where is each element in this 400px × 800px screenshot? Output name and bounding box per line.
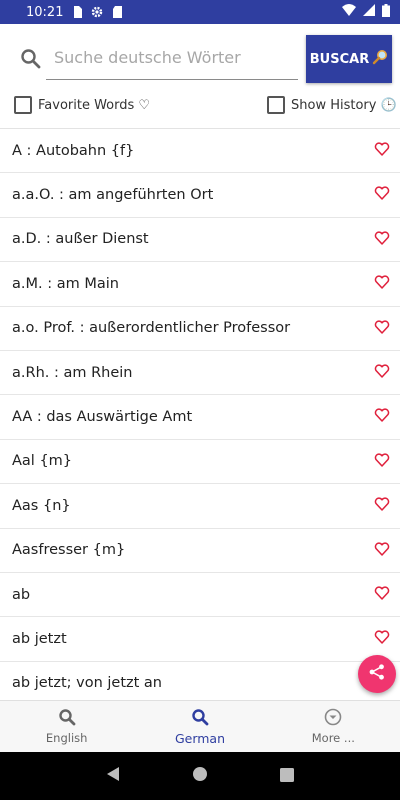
list-item[interactable]: a.Rh. : am Rhein — [0, 351, 400, 396]
list-item[interactable]: ab jetzt — [0, 617, 400, 662]
recents-icon[interactable] — [280, 767, 294, 786]
list-item[interactable]: a.o. Prof. : außerordentlicher Professor — [0, 307, 400, 351]
list-item-text: ab — [12, 586, 31, 603]
settings-icon — [91, 6, 103, 18]
search-icon — [58, 708, 76, 729]
wifi-icon — [342, 4, 356, 20]
list-item-text: a.o. Prof. : außerordentlicher Professor — [12, 320, 291, 337]
list-item-text: a.M. : am Main — [12, 275, 119, 292]
list-item[interactable]: a.a.O. : am angeführten Ort — [0, 173, 400, 218]
list-item[interactable]: Aal {m} — [0, 440, 400, 485]
list-item[interactable]: A : Autobahn {f} — [0, 129, 400, 174]
nav-more-label: More ... — [311, 731, 355, 745]
list-item-text: Aasfresser {m} — [12, 542, 126, 559]
favorite-words-checkbox[interactable] — [14, 96, 32, 114]
heart-icon[interactable] — [374, 629, 390, 645]
word-list[interactable]: A : Autobahn {f} a.a.O. : am angeführten… — [0, 128, 400, 700]
list-item-text: Aal {m} — [12, 453, 73, 470]
home-icon[interactable] — [192, 766, 208, 786]
list-item-text: AA : das Auswärtige Amt — [12, 409, 193, 426]
show-history-checkbox[interactable] — [267, 96, 285, 114]
buscar-button-label: BUSCAR — [309, 51, 370, 67]
system-navigation-bar — [0, 752, 400, 800]
list-item-text: A : Autobahn {f} — [12, 142, 135, 159]
show-history-option[interactable]: Show History 🕒 — [267, 96, 397, 114]
status-time: 10:21 — [26, 4, 64, 20]
list-item-text: a.Rh. : am Rhein — [12, 364, 133, 381]
list-item-text: a.a.O. : am angeführten Ort — [12, 187, 214, 204]
list-item[interactable]: ab — [0, 573, 400, 618]
nav-more[interactable]: More ... — [267, 701, 400, 752]
back-icon[interactable] — [106, 766, 120, 786]
heart-icon[interactable] — [374, 185, 390, 201]
show-history-label: Show History 🕒 — [291, 97, 397, 113]
list-item[interactable]: ab jetzt; von jetzt an — [0, 662, 400, 700]
sd-card-icon — [111, 6, 123, 18]
heart-icon[interactable] — [374, 319, 390, 335]
heart-icon[interactable] — [374, 407, 390, 423]
heart-icon[interactable] — [374, 141, 390, 157]
nav-english-label: English — [45, 731, 88, 745]
list-item-text: ab jetzt; von jetzt an — [12, 675, 162, 692]
heart-icon[interactable] — [374, 541, 390, 557]
heart-icon[interactable] — [374, 274, 390, 290]
sim-card-icon — [71, 6, 83, 18]
nav-german[interactable]: German — [133, 701, 266, 752]
battery-icon — [382, 3, 390, 21]
share-icon — [368, 663, 386, 685]
list-item[interactable]: a.M. : am Main — [0, 262, 400, 307]
list-item-text: a.D. : außer Dienst — [12, 231, 149, 248]
expand-circle-icon — [324, 708, 342, 729]
heart-icon[interactable] — [374, 230, 390, 246]
heart-icon[interactable] — [374, 496, 390, 512]
search-icon — [20, 48, 42, 70]
list-item[interactable]: Aas {n} — [0, 484, 400, 529]
list-item[interactable]: Aasfresser {m} — [0, 529, 400, 573]
list-item[interactable]: a.D. : außer Dienst — [0, 218, 400, 263]
favorite-words-option[interactable]: Favorite Words ♡ — [14, 96, 150, 114]
heart-icon[interactable] — [374, 452, 390, 468]
status-bar: 10:21 — [0, 0, 400, 24]
share-fab-button[interactable] — [358, 655, 396, 693]
bottom-navigation: English German More ... — [0, 700, 400, 752]
favorite-words-label: Favorite Words ♡ — [38, 97, 151, 113]
options-row: Favorite Words ♡ Show History 🕒 — [0, 92, 400, 120]
nav-english[interactable]: English — [0, 701, 133, 752]
search-input[interactable] — [46, 36, 298, 80]
heart-icon[interactable] — [374, 585, 390, 601]
search-icon — [191, 708, 209, 729]
cell-signal-icon — [363, 4, 375, 20]
list-item-text: Aas {n} — [12, 497, 71, 514]
heart-icon[interactable] — [374, 363, 390, 379]
list-item[interactable]: AA : das Auswärtige Amt — [0, 395, 400, 440]
magnifier-emoji-icon — [372, 49, 388, 69]
list-item-text: ab jetzt — [12, 630, 67, 647]
buscar-button[interactable]: BUSCAR — [306, 35, 392, 83]
nav-german-label: German — [174, 730, 226, 746]
